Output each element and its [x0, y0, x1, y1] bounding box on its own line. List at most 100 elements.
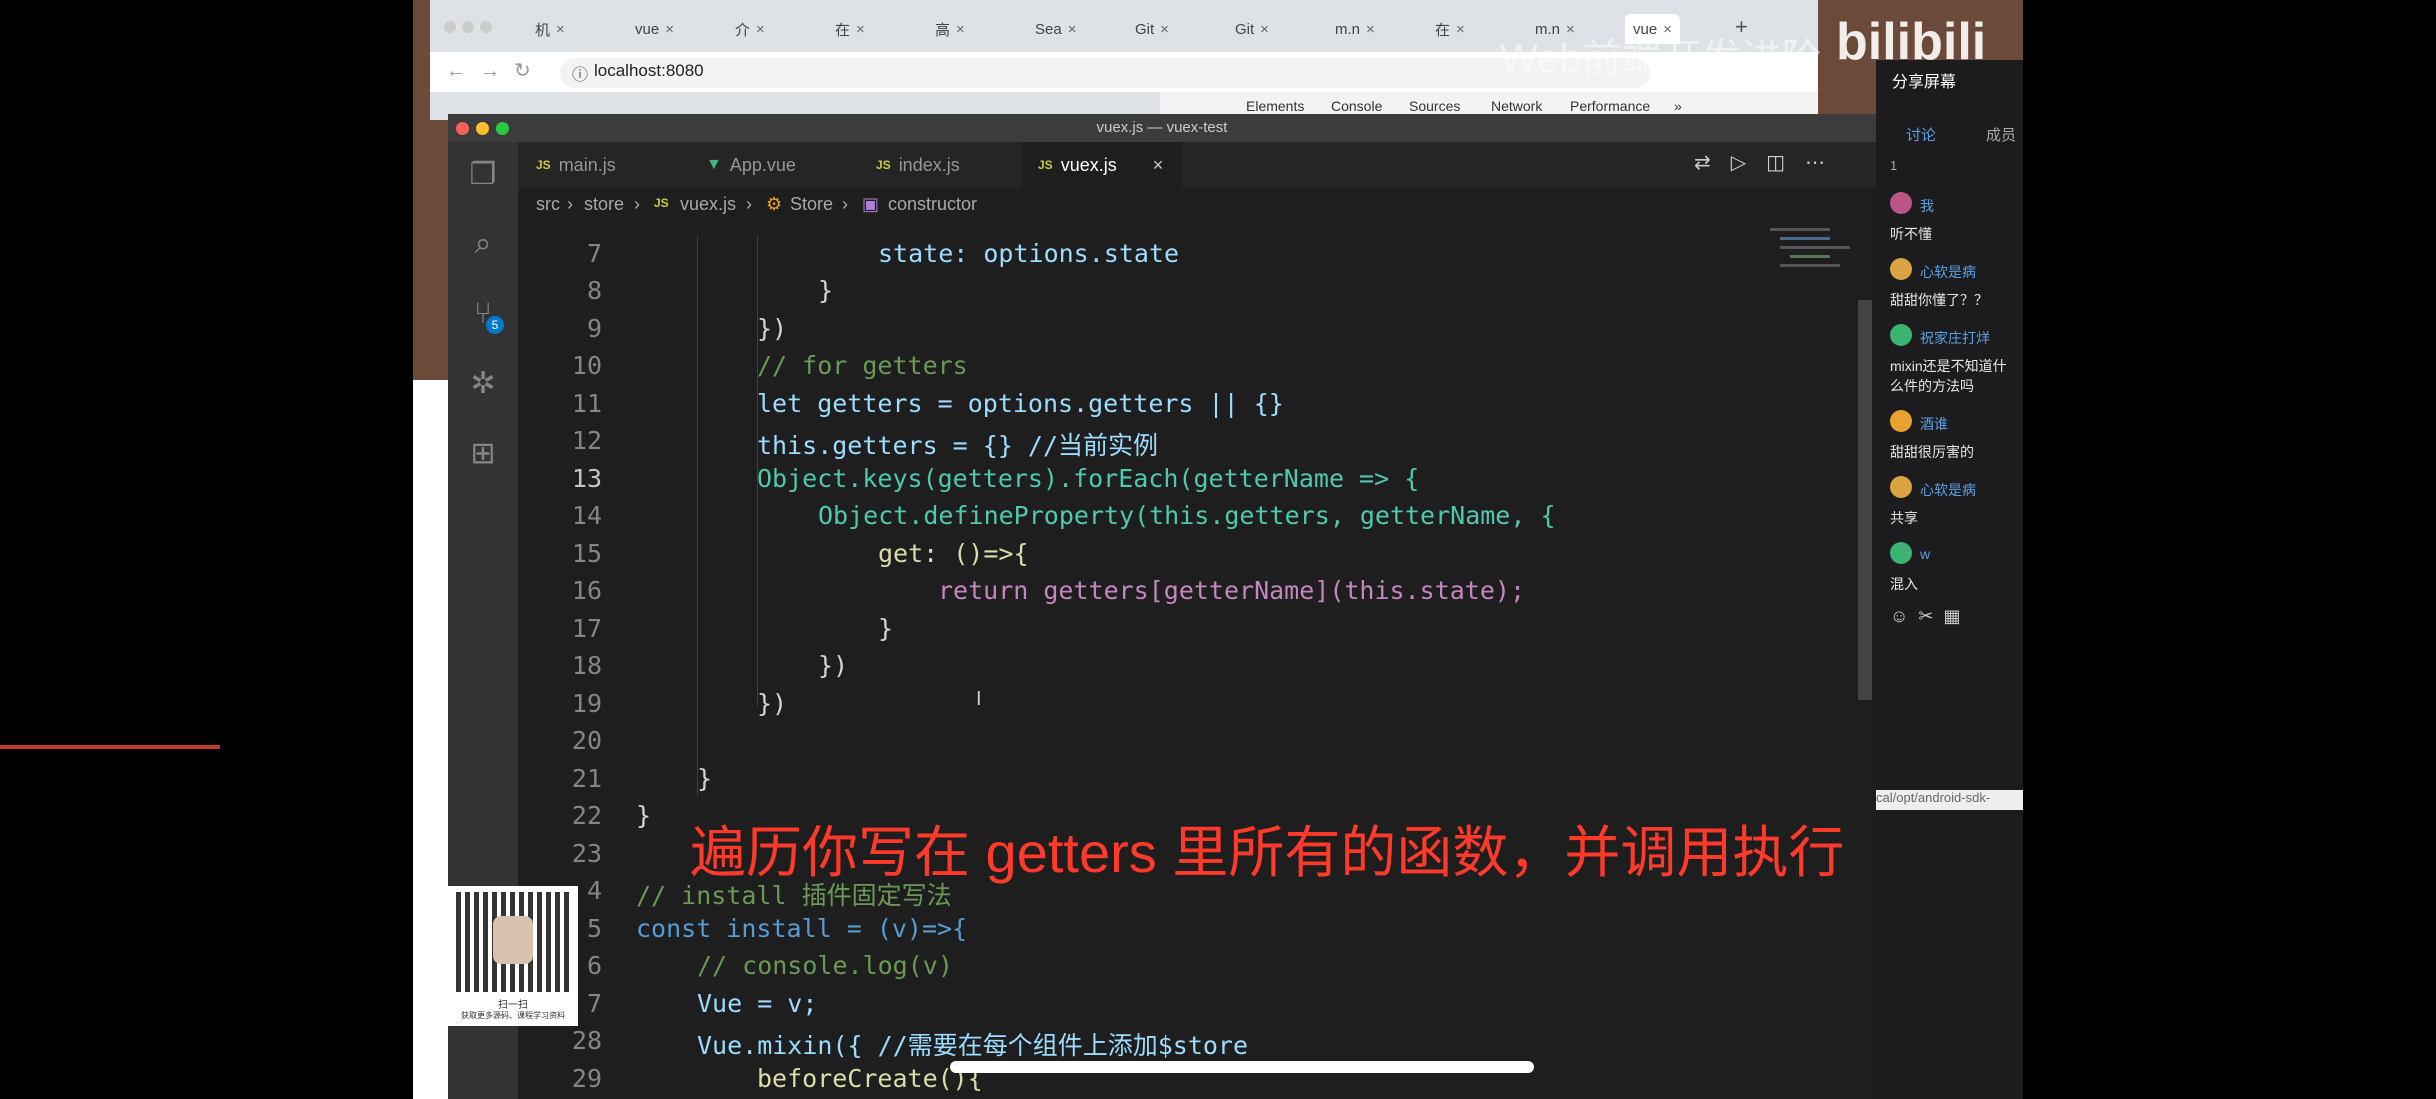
- editor-tab[interactable]: JS index.js: [860, 142, 1020, 188]
- avatar: [493, 916, 533, 964]
- code-line[interactable]: }): [818, 651, 848, 680]
- code-line[interactable]: const install = (v)=>{: [636, 914, 967, 943]
- qr-caption: 扫一扫: [498, 1000, 528, 1011]
- chat-user: 心软是病: [1920, 264, 1976, 280]
- breadcrumb-item[interactable]: src: [536, 194, 560, 215]
- devtools-tab[interactable]: Elements: [1246, 98, 1304, 114]
- wechat-icon: [1890, 542, 1912, 564]
- editor-tab[interactable]: JS main.js: [520, 142, 700, 188]
- editor-tab[interactable]: ▼ App.vue: [690, 142, 870, 188]
- code-line[interactable]: }): [757, 689, 787, 718]
- code-line[interactable]: Object.keys(getters).forEach(getterName …: [757, 464, 1419, 493]
- minimize-window-button[interactable]: [476, 122, 489, 135]
- explorer-icon[interactable]: ❐: [463, 155, 503, 195]
- home-indicator[interactable]: [950, 1061, 1534, 1073]
- devtools-tab[interactable]: Sources: [1409, 98, 1460, 114]
- chat-message: 甜甜你懂了？？: [1890, 292, 1988, 308]
- code-line[interactable]: state: options.state: [878, 239, 1179, 268]
- code-line[interactable]: let getters = options.getters || {}: [757, 389, 1284, 418]
- maximize-window-button[interactable]: [496, 122, 509, 135]
- code-line[interactable]: return getters[getterName](this.state);: [938, 576, 1525, 605]
- scrollbar[interactable]: [1858, 300, 1872, 700]
- chat-message: 混入: [1890, 576, 1918, 592]
- chat-tools[interactable]: ☺✂▦: [1890, 606, 1970, 627]
- browser-tab[interactable]: vue ×: [635, 14, 674, 44]
- line-number: 11: [571, 389, 602, 418]
- chevron-icon: ›: [567, 194, 573, 214]
- chat-message: mixin还是不知道什么件的方法吗: [1890, 358, 2007, 394]
- editor-tab-active[interactable]: JS vuex.js ×: [1022, 142, 1182, 188]
- code-line[interactable]: beforeCreate(){: [757, 1064, 983, 1093]
- nav-buttons[interactable]: ←→↻: [446, 58, 545, 83]
- close-icon[interactable]: ×: [856, 21, 865, 38]
- close-icon[interactable]: ×: [556, 21, 565, 38]
- browser-tab[interactable]: 高 ×: [935, 14, 965, 44]
- code-line[interactable]: get: ()=>{: [878, 539, 1029, 568]
- devtools-tab[interactable]: Performance: [1570, 98, 1650, 114]
- close-window-button[interactable]: [456, 122, 469, 135]
- browser-tab[interactable]: 机 ×: [535, 14, 565, 44]
- line-number: 21: [571, 764, 602, 793]
- close-icon[interactable]: ×: [665, 21, 674, 38]
- browser-tab[interactable]: 在 ×: [1435, 14, 1465, 44]
- js-icon: JS: [536, 158, 551, 172]
- indent-guide: [697, 236, 698, 796]
- code-line[interactable]: Vue.mixin({ //需要在每个组件上添加$store: [697, 1026, 1248, 1062]
- tab-members[interactable]: 成员: [1986, 124, 2016, 145]
- line-number: 16: [571, 576, 602, 605]
- code-line[interactable]: }: [697, 764, 712, 793]
- browser-tab[interactable]: Sea ×: [1035, 14, 1076, 44]
- browser-tab[interactable]: Git ×: [1135, 14, 1169, 44]
- close-icon[interactable]: ×: [1260, 21, 1269, 38]
- class-icon: ⚙: [766, 194, 783, 214]
- method-icon: ▣: [862, 194, 880, 214]
- code-line[interactable]: this.getters = {} //当前实例: [757, 426, 1158, 462]
- debug-icon[interactable]: ✲: [463, 364, 503, 404]
- search-icon[interactable]: ⌕: [463, 224, 503, 264]
- breadcrumb-item[interactable]: vuex.js: [680, 194, 736, 215]
- qr-code: 扫一扫 获取更多源码、课程学习资料: [448, 886, 578, 1026]
- extensions-icon[interactable]: ⊞: [463, 434, 503, 474]
- line-number: 15: [571, 539, 602, 568]
- avatar: [1890, 192, 1912, 214]
- code-line[interactable]: // for getters: [757, 351, 968, 380]
- browser-tab[interactable]: 介 ×: [735, 14, 765, 44]
- line-number: 10: [571, 351, 602, 380]
- devtools-tab[interactable]: »: [1674, 98, 1682, 114]
- chat-message: 共享: [1890, 510, 1918, 526]
- code-line[interactable]: Object.defineProperty(this.getters, gett…: [818, 501, 1556, 530]
- close-icon[interactable]: ×: [956, 21, 965, 38]
- tab-discussion[interactable]: 讨论: [1906, 124, 1936, 145]
- line-number: 28: [571, 1026, 602, 1055]
- chat-user: 我: [1920, 198, 1934, 214]
- close-icon[interactable]: ×: [1366, 21, 1375, 38]
- close-icon[interactable]: ×: [1068, 21, 1077, 38]
- browser-tab[interactable]: Git ×: [1235, 14, 1269, 44]
- browser-tab[interactable]: 在 ×: [835, 14, 865, 44]
- devtools-tab[interactable]: Console: [1331, 98, 1382, 114]
- code-line[interactable]: Vue = v;: [697, 989, 817, 1018]
- line-number-current: 13: [571, 464, 602, 493]
- devtools-tab[interactable]: Network: [1491, 98, 1542, 114]
- line-number: 17: [571, 614, 602, 643]
- line-number: 9: [586, 314, 602, 343]
- breadcrumb-item[interactable]: Store: [790, 194, 833, 215]
- browser-tab[interactable]: m.n ×: [1335, 14, 1375, 44]
- code-line[interactable]: // console.log(v): [697, 951, 953, 980]
- code-line[interactable]: }): [757, 314, 787, 343]
- close-icon[interactable]: ×: [756, 21, 765, 38]
- close-icon[interactable]: ×: [1153, 155, 1164, 176]
- minimap[interactable]: [1766, 222, 1858, 322]
- close-icon[interactable]: ×: [1160, 21, 1169, 38]
- editor-actions[interactable]: ⇄▷◫⋯: [1694, 150, 1845, 175]
- url-text[interactable]: localhost:8080: [594, 61, 704, 81]
- code-line[interactable]: }: [878, 614, 893, 643]
- chat-user: 祝家庄打烊: [1920, 330, 1990, 346]
- code-line[interactable]: }: [818, 276, 833, 305]
- breadcrumb-item[interactable]: store: [584, 194, 624, 215]
- code-line[interactable]: }: [636, 801, 651, 830]
- breadcrumb-item[interactable]: constructor: [888, 194, 977, 215]
- url-bar[interactable]: [560, 58, 1650, 88]
- line-number: 18: [571, 651, 602, 680]
- close-icon[interactable]: ×: [1456, 21, 1465, 38]
